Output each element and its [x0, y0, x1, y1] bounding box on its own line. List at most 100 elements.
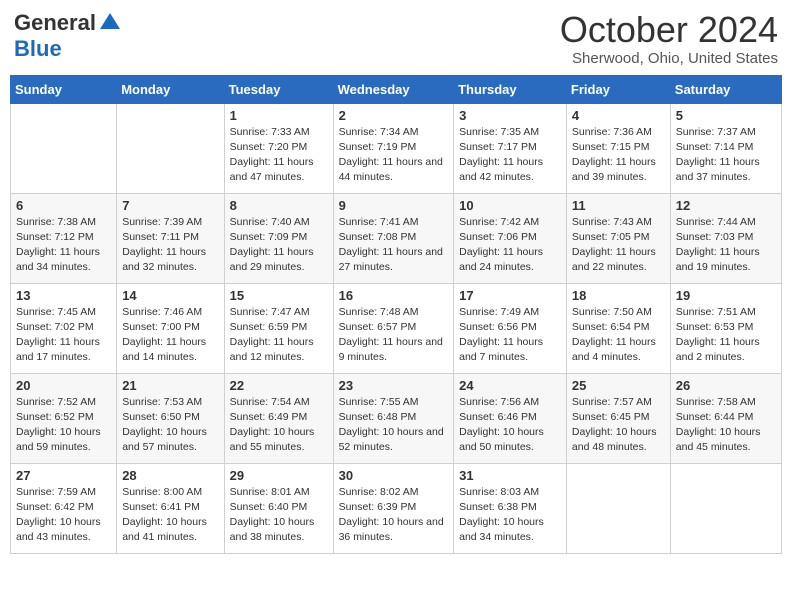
- daylight-text: Daylight: 11 hours and 24 minutes.: [459, 245, 561, 275]
- calendar-cell: 17 Sunrise: 7:49 AMSunset: 6:56 PMDayligh…: [454, 283, 567, 373]
- sunset-text: Sunset: 7:08 PM: [339, 230, 449, 245]
- calendar-cell: 21 Sunrise: 7:53 AMSunset: 6:50 PMDayligh…: [117, 373, 224, 463]
- day-number: 10: [459, 198, 561, 213]
- day-number: 22: [230, 378, 328, 393]
- calendar-cell: 8Sunrise: 7:40 AMSunset: 7:09 PMDaylight…: [224, 193, 333, 283]
- sunset-text: Sunset: 7:20 PM: [230, 140, 328, 155]
- sunset-text: Sunset: 7:02 PM: [16, 320, 111, 335]
- day-info: Sunrise: 7:45 AMSunset: 7:02 PMDaylight:…: [16, 305, 111, 366]
- sunrise-text: Sunrise: 7:50 AM: [572, 305, 665, 320]
- sunset-text: Sunset: 7:03 PM: [676, 230, 776, 245]
- sunset-text: Sunset: 7:15 PM: [572, 140, 665, 155]
- sunset-text: Sunset: 6:46 PM: [459, 410, 561, 425]
- day-number: 2: [339, 108, 449, 123]
- day-number: 18: [572, 288, 665, 303]
- sunrise-text: Sunrise: 7:44 AM: [676, 215, 776, 230]
- calendar-header-row: SundayMondayTuesdayWednesdayThursdayFrid…: [11, 75, 782, 103]
- day-info: Sunrise: 7:58 AMSunset: 6:44 PMDaylight:…: [676, 395, 776, 456]
- calendar-cell: 15Sunrise: 7:47 AMSunset: 6:59 PMDayligh…: [224, 283, 333, 373]
- day-info: Sunrise: 7:50 AMSunset: 6:54 PMDaylight:…: [572, 305, 665, 366]
- calendar-cell: 5Sunrise: 7:37 AMSunset: 7:14 PMDaylight…: [670, 103, 781, 193]
- daylight-text: Daylight: 10 hours and 43 minutes.: [16, 515, 111, 545]
- day-info: Sunrise: 7:48 AMSunset: 6:57 PMDaylight:…: [339, 305, 449, 366]
- sunrise-text: Sunrise: 7:47 AM: [230, 305, 328, 320]
- sunset-text: Sunset: 7:06 PM: [459, 230, 561, 245]
- sunset-text: Sunset: 6:57 PM: [339, 320, 449, 335]
- day-number: 25: [572, 378, 665, 393]
- sunrise-text: Sunrise: 7:45 AM: [16, 305, 111, 320]
- day-info: Sunrise: 7:41 AMSunset: 7:08 PMDaylight:…: [339, 215, 449, 276]
- day-info: Sunrise: 7:46 AMSunset: 7:00 PMDaylight:…: [122, 305, 218, 366]
- day-number: 5: [676, 108, 776, 123]
- day-number: 28: [122, 468, 218, 483]
- sunrise-text: Sunrise: 7:43 AM: [572, 215, 665, 230]
- day-of-week-header: Tuesday: [224, 75, 333, 103]
- daylight-text: Daylight: 10 hours and 57 minutes.: [122, 425, 218, 455]
- sunset-text: Sunset: 7:11 PM: [122, 230, 218, 245]
- daylight-text: Daylight: 11 hours and 37 minutes.: [676, 155, 776, 185]
- calendar-week-row: 27Sunrise: 7:59 AMSunset: 6:42 PMDayligh…: [11, 463, 782, 553]
- calendar-cell: 9 Sunrise: 7:41 AMSunset: 7:08 PMDaylight…: [333, 193, 454, 283]
- sunrise-text: Sunrise: 7:34 AM: [339, 125, 449, 140]
- calendar-cell: 28Sunrise: 8:00 AMSunset: 6:41 PMDayligh…: [117, 463, 224, 553]
- day-number: 3: [459, 108, 561, 123]
- day-of-week-header: Thursday: [454, 75, 567, 103]
- day-number: 6: [16, 198, 111, 213]
- sunrise-text: Sunrise: 7:59 AM: [16, 485, 111, 500]
- day-info: Sunrise: 7:52 AMSunset: 6:52 PMDaylight:…: [16, 395, 111, 456]
- day-number: 13: [16, 288, 111, 303]
- day-number: 11: [572, 198, 665, 213]
- calendar-cell: 3 Sunrise: 7:35 AMSunset: 7:17 PMDaylight…: [454, 103, 567, 193]
- daylight-text: Daylight: 10 hours and 41 minutes.: [122, 515, 218, 545]
- calendar-week-row: 6 Sunrise: 7:38 AMSunset: 7:12 PMDaylight…: [11, 193, 782, 283]
- daylight-text: Daylight: 11 hours and 44 minutes.: [339, 155, 449, 185]
- day-number: 19: [676, 288, 776, 303]
- daylight-text: Daylight: 10 hours and 38 minutes.: [230, 515, 328, 545]
- day-info: Sunrise: 7:35 AMSunset: 7:17 PMDaylight:…: [459, 125, 561, 186]
- day-number: 21: [122, 378, 218, 393]
- sunset-text: Sunset: 7:19 PM: [339, 140, 449, 155]
- sunrise-text: Sunrise: 7:48 AM: [339, 305, 449, 320]
- day-info: Sunrise: 7:49 AMSunset: 6:56 PMDaylight:…: [459, 305, 561, 366]
- daylight-text: Daylight: 11 hours and 19 minutes.: [676, 245, 776, 275]
- day-info: Sunrise: 7:53 AMSunset: 6:50 PMDaylight:…: [122, 395, 218, 456]
- sunset-text: Sunset: 6:38 PM: [459, 500, 561, 515]
- day-number: 9: [339, 198, 449, 213]
- day-of-week-header: Saturday: [670, 75, 781, 103]
- sunrise-text: Sunrise: 7:37 AM: [676, 125, 776, 140]
- day-number: 26: [676, 378, 776, 393]
- day-info: Sunrise: 7:34 AMSunset: 7:19 PMDaylight:…: [339, 125, 449, 186]
- logo-icon: [100, 13, 120, 29]
- sunrise-text: Sunrise: 7:57 AM: [572, 395, 665, 410]
- day-number: 17: [459, 288, 561, 303]
- calendar-cell: 27Sunrise: 7:59 AMSunset: 6:42 PMDayligh…: [11, 463, 117, 553]
- daylight-text: Daylight: 11 hours and 4 minutes.: [572, 335, 665, 365]
- calendar-cell: 30Sunrise: 8:02 AMSunset: 6:39 PMDayligh…: [333, 463, 454, 553]
- sunset-text: Sunset: 6:49 PM: [230, 410, 328, 425]
- calendar-cell: 16Sunrise: 7:48 AMSunset: 6:57 PMDayligh…: [333, 283, 454, 373]
- day-number: 4: [572, 108, 665, 123]
- calendar-week-row: 20Sunrise: 7:52 AMSunset: 6:52 PMDayligh…: [11, 373, 782, 463]
- day-info: Sunrise: 7:51 AMSunset: 6:53 PMDaylight:…: [676, 305, 776, 366]
- daylight-text: Daylight: 11 hours and 7 minutes.: [459, 335, 561, 365]
- daylight-text: Daylight: 10 hours and 34 minutes.: [459, 515, 561, 545]
- calendar-table: SundayMondayTuesdayWednesdayThursdayFrid…: [10, 75, 782, 554]
- sunrise-text: Sunrise: 7:51 AM: [676, 305, 776, 320]
- sunrise-text: Sunrise: 7:53 AM: [122, 395, 218, 410]
- sunset-text: Sunset: 6:56 PM: [459, 320, 561, 335]
- calendar-cell: 1Sunrise: 7:33 AMSunset: 7:20 PMDaylight…: [224, 103, 333, 193]
- calendar-cell: [11, 103, 117, 193]
- calendar-cell: 31Sunrise: 8:03 AMSunset: 6:38 PMDayligh…: [454, 463, 567, 553]
- sunrise-text: Sunrise: 7:58 AM: [676, 395, 776, 410]
- daylight-text: Daylight: 10 hours and 55 minutes.: [230, 425, 328, 455]
- calendar-cell: 13 Sunrise: 7:45 AMSunset: 7:02 PMDayligh…: [11, 283, 117, 373]
- day-of-week-header: Wednesday: [333, 75, 454, 103]
- daylight-text: Daylight: 11 hours and 9 minutes.: [339, 335, 449, 365]
- day-info: Sunrise: 7:39 AMSunset: 7:11 PMDaylight:…: [122, 215, 218, 276]
- day-info: Sunrise: 7:55 AMSunset: 6:48 PMDaylight:…: [339, 395, 449, 456]
- daylight-text: Daylight: 11 hours and 14 minutes.: [122, 335, 218, 365]
- day-info: Sunrise: 7:38 AMSunset: 7:12 PMDaylight:…: [16, 215, 111, 276]
- sunset-text: Sunset: 6:52 PM: [16, 410, 111, 425]
- day-number: 24: [459, 378, 561, 393]
- day-info: Sunrise: 7:33 AMSunset: 7:20 PMDaylight:…: [230, 125, 328, 186]
